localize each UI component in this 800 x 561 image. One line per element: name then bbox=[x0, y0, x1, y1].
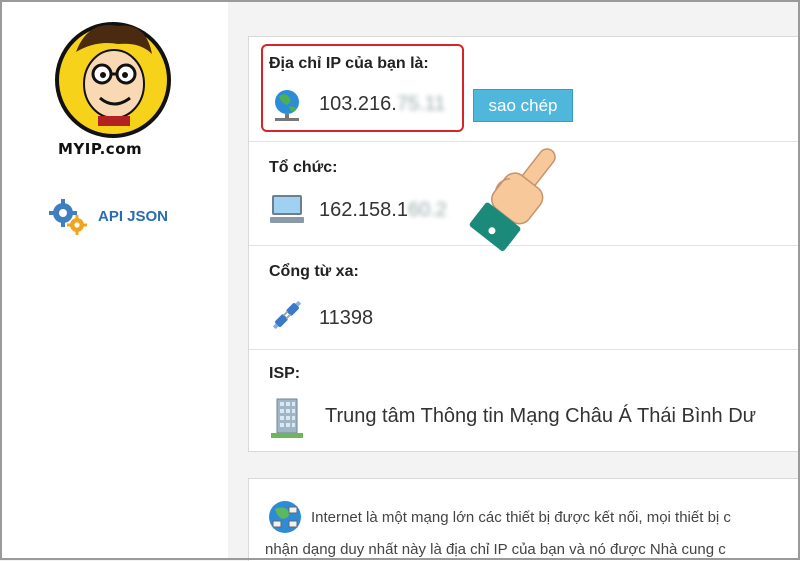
info-box: Internet là một mạng lớn các thiết bị đư… bbox=[248, 478, 800, 561]
copy-ip-button[interactable]: sao chép bbox=[473, 89, 573, 122]
info-line-2: nhận dạng duy nhất này là địa chỉ IP của… bbox=[265, 541, 726, 558]
plug-icon bbox=[272, 300, 302, 330]
org-value: 162.158.160.2 bbox=[319, 199, 447, 222]
org-title: Tổ chức: bbox=[269, 159, 338, 176]
org-value-blurred: 60.2 bbox=[407, 199, 447, 221]
ip-highlight-box bbox=[261, 44, 464, 132]
port-row: Cổng từ xa: 11398 bbox=[249, 245, 800, 350]
api-json-label: API JSON bbox=[98, 207, 169, 225]
network-globe-icon bbox=[269, 501, 301, 533]
isp-row: ISP: Trung tâm Thông tin Mạng Châu Á Thá… bbox=[249, 349, 800, 451]
isp-value: Trung tâm Thông tin Mạng Châu Á Thái Bìn… bbox=[325, 405, 757, 427]
port-title: Cổng từ xa: bbox=[269, 263, 359, 280]
computer-icon bbox=[270, 195, 304, 223]
org-value-visible: 162.158.1 bbox=[319, 199, 408, 221]
port-value: 11398 bbox=[319, 307, 374, 329]
isp-title: ISP: bbox=[269, 365, 301, 382]
sidebar: MYIP.com API JSON bbox=[0, 0, 228, 560]
pointing-hand-icon bbox=[469, 148, 556, 251]
building-icon bbox=[271, 398, 303, 438]
logo-text: MYIP.com bbox=[58, 140, 143, 158]
info-line-1: Internet là một mạng lớn các thiết bị đư… bbox=[311, 509, 731, 526]
gears-icon bbox=[49, 199, 87, 235]
api-json-link[interactable]: API JSON bbox=[48, 196, 168, 236]
